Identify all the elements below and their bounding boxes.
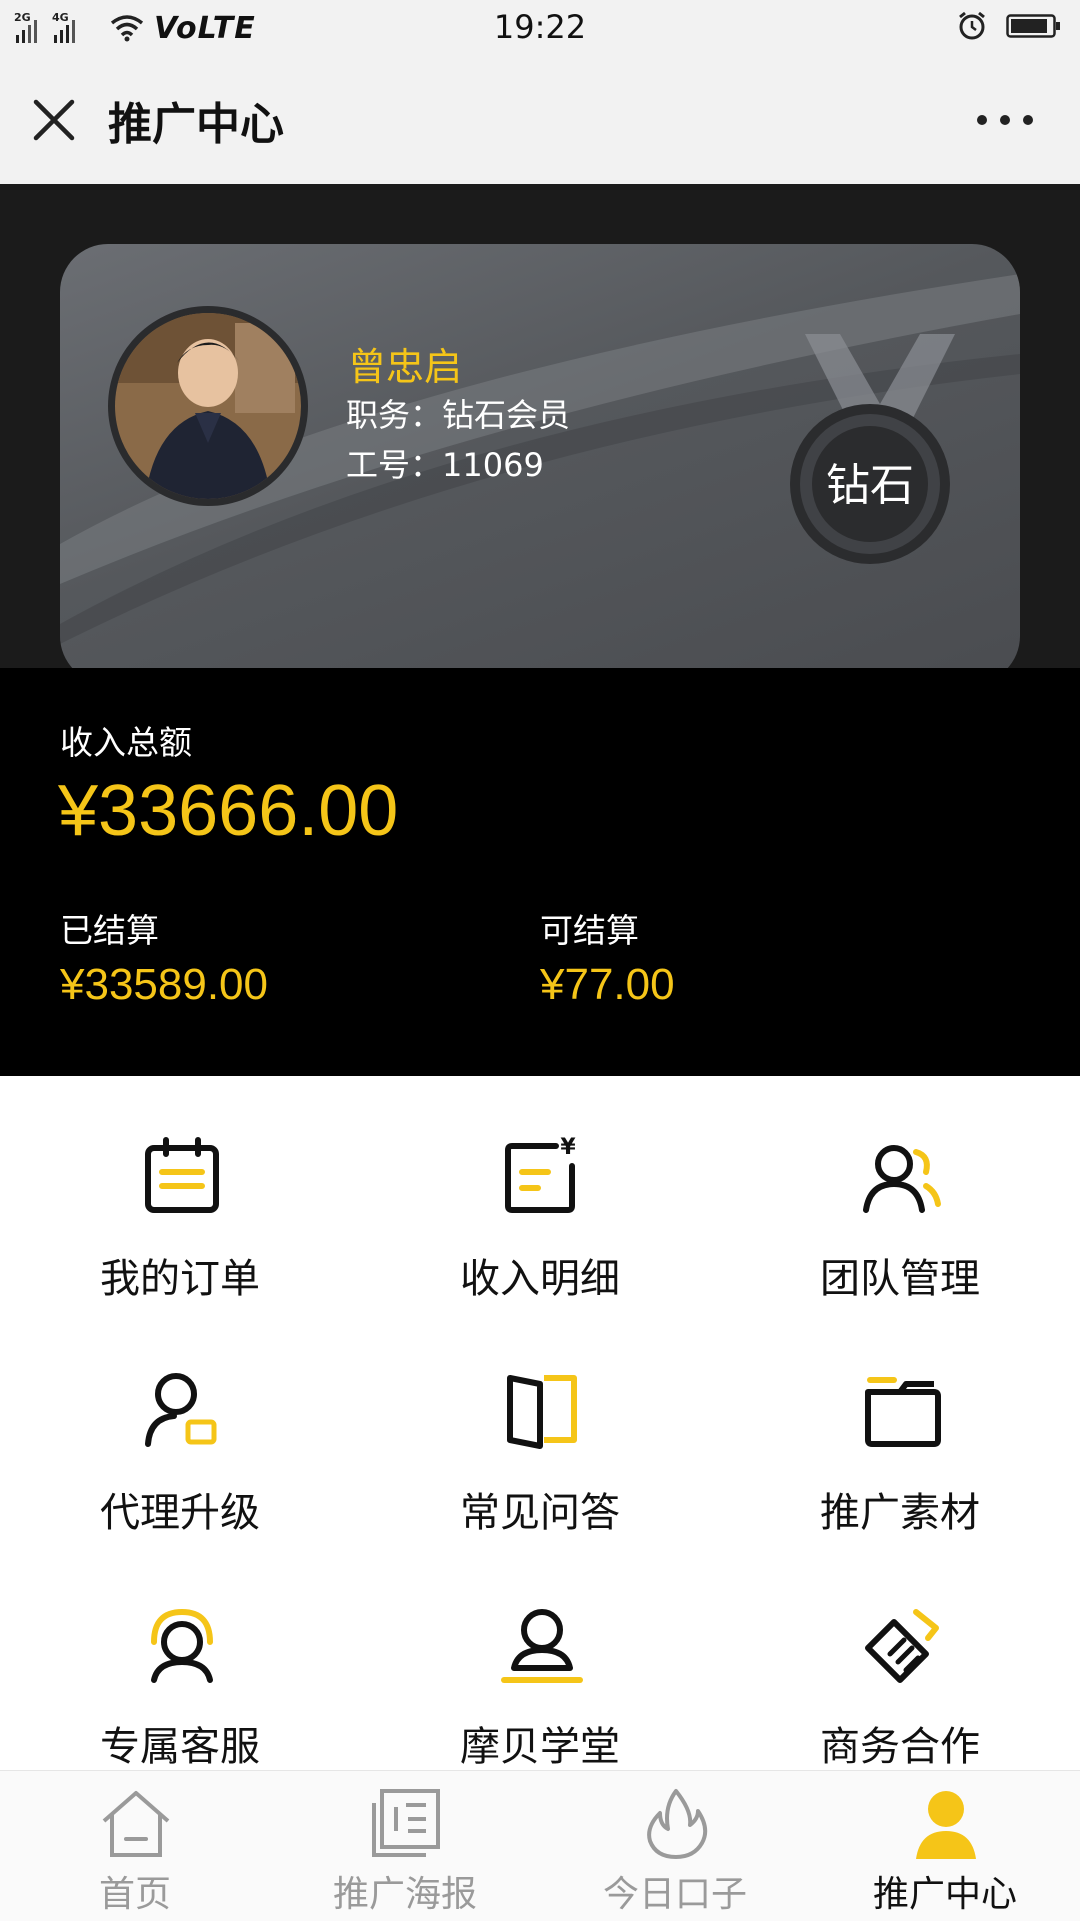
available-label: 可结算 — [540, 911, 639, 950]
status-bar: 2G 4G VoLTE 19:22 — [0, 0, 1080, 56]
menu-agent-upgrade[interactable]: 代理升级 — [0, 1310, 360, 1544]
medal-label: 钻石 — [826, 460, 914, 511]
diamond-medal-icon: 钻石 — [790, 334, 955, 564]
nav-poster[interactable]: 推广海报 — [270, 1771, 540, 1921]
menu-faq[interactable]: 常见问答 — [360, 1310, 720, 1544]
menu-customer-service[interactable]: 专属客服 — [0, 1544, 360, 1770]
menu-label: 摩贝学堂 — [460, 1724, 620, 1770]
menu-grid: 我的订单 ¥ 收入明细 团队管理 代理升级 常见问答 推广素材 专属客服 摩贝学… — [0, 1076, 1080, 1770]
menu-label: 商务合作 — [820, 1724, 980, 1770]
avatar[interactable] — [108, 306, 308, 506]
menu-team-management[interactable]: 团队管理 — [720, 1076, 1080, 1310]
calendar-icon — [145, 1137, 219, 1213]
academy-icon — [501, 1609, 583, 1683]
agent-upgrade-icon — [145, 1373, 217, 1447]
user-name: 曾忠启 — [348, 345, 463, 389]
avatar-photo — [115, 313, 301, 499]
menu-my-orders[interactable]: 我的订单 — [0, 1076, 360, 1310]
menu-business-cooperation[interactable]: 商务合作 — [720, 1544, 1080, 1770]
menu-label: 我的订单 — [100, 1256, 260, 1302]
faq-book-icon — [507, 1375, 577, 1449]
menu-label: 收入明细 — [460, 1256, 620, 1302]
income-detail-icon: ¥ — [505, 1135, 576, 1213]
home-icon — [102, 1791, 170, 1857]
menu-academy[interactable]: 摩贝学堂 — [360, 1544, 720, 1770]
nav-label: 今日口子 — [602, 1874, 747, 1915]
cooperation-icon — [865, 1609, 939, 1683]
menu-label: 推广素材 — [820, 1490, 980, 1536]
nav-today[interactable]: 今日口子 — [540, 1771, 810, 1921]
team-icon — [863, 1145, 941, 1213]
member-card-area: 曾忠启 职务：钻石会员 工号：11069 钻石 — [0, 184, 1080, 668]
customer-service-icon — [151, 1608, 213, 1683]
income-panel: 收入总额 ¥33666.00 已结算 ¥33589.00 可结算 ¥77.00 — [0, 668, 1080, 1076]
nav-label: 首页 — [98, 1874, 171, 1915]
user-role: 职务：钻石会员 — [346, 396, 571, 434]
battery-icon — [1006, 14, 1060, 38]
income-total-value: ¥33666.00 — [58, 771, 399, 851]
folder-icon — [865, 1377, 941, 1447]
svg-text:¥: ¥ — [560, 1135, 576, 1160]
nav-promo-center[interactable]: 推广中心 — [810, 1771, 1080, 1921]
alarm-icon — [959, 11, 985, 40]
close-icon[interactable] — [30, 96, 78, 144]
nav-home[interactable]: 首页 — [0, 1771, 270, 1921]
nav-label: 推广海报 — [332, 1874, 477, 1915]
status-right — [956, 10, 1062, 42]
poster-icon — [372, 1789, 440, 1857]
nav-label-active: 推广中心 — [872, 1874, 1017, 1915]
income-total-label: 收入总额 — [60, 723, 192, 762]
menu-label: 常见问答 — [460, 1490, 620, 1536]
user-employee-id: 工号：11069 — [346, 446, 544, 484]
menu-label: 团队管理 — [820, 1256, 980, 1302]
member-card: 曾忠启 职务：钻石会员 工号：11069 钻石 — [60, 244, 1020, 668]
user-center-icon — [916, 1791, 976, 1859]
available-value: ¥77.00 — [540, 960, 675, 1009]
status-time: 19:22 — [493, 8, 587, 46]
page-title: 推广中心 — [108, 99, 284, 150]
flame-icon — [647, 1789, 708, 1859]
settled-label: 已结算 — [60, 911, 159, 950]
more-options-icon[interactable] — [970, 108, 1040, 132]
menu-income-detail[interactable]: ¥ 收入明细 — [360, 1076, 720, 1310]
menu-promo-materials[interactable]: 推广素材 — [720, 1310, 1080, 1544]
bottom-nav: 首页 推广海报 今日口子 推广中心 — [0, 1770, 1080, 1921]
menu-label: 代理升级 — [100, 1490, 260, 1536]
settled-value: ¥33589.00 — [60, 960, 268, 1009]
menu-label: 专属客服 — [100, 1724, 260, 1770]
app-header: 推广中心 — [0, 56, 1080, 184]
